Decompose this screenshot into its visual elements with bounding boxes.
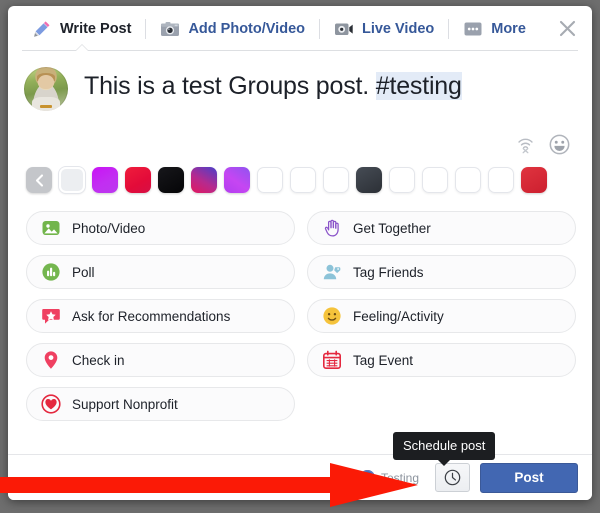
composer-tool-row [8, 111, 592, 155]
close-dialog-button[interactable] [554, 15, 580, 41]
tag-friends-icon [323, 264, 341, 280]
location-pin-icon [44, 351, 58, 369]
dialog-footer: Testing Post [8, 454, 592, 500]
option-label: Photo/Video [72, 220, 146, 236]
swatch-blank-4[interactable] [389, 167, 415, 193]
tab-live-video[interactable]: Live Video [324, 7, 444, 51]
tab-divider [318, 18, 320, 39]
avatar [24, 67, 68, 111]
close-icon [559, 20, 575, 36]
recommend-icon [42, 309, 60, 324]
schedule-post-tooltip: Schedule post [393, 432, 496, 466]
option-ask-for-recommendations[interactable]: Ask for Recommendations [26, 299, 295, 333]
tab-add-photo-video[interactable]: Add Photo/Video [150, 7, 315, 51]
post-text-body: This is a test Groups post. [84, 72, 376, 100]
clock-icon [444, 469, 461, 486]
swatch-magenta[interactable] [92, 167, 118, 193]
pencil-icon [34, 20, 50, 37]
option-label: Tag Friends [353, 264, 424, 280]
swatch-purple[interactable] [224, 167, 250, 193]
swatch-dark-slate[interactable] [356, 167, 382, 193]
swatch-black[interactable] [158, 167, 184, 193]
poll-icon [42, 263, 60, 281]
swatch-white[interactable] [59, 167, 85, 193]
smiley-icon [323, 307, 341, 325]
swatch-blank-3[interactable] [323, 167, 349, 193]
option-label: Poll [72, 264, 95, 280]
tab-divider [145, 18, 147, 39]
option-support-nonprofit[interactable]: Support Nonprofit [26, 387, 295, 421]
avatar-body [31, 96, 61, 111]
swatch-blank-5[interactable] [422, 167, 448, 193]
globe-icon [360, 470, 375, 485]
option-label: Get Together [353, 220, 431, 236]
avatar-face [38, 74, 54, 89]
option-label: Feeling/Activity [353, 308, 444, 324]
option-label: Support Nonprofit [72, 396, 178, 412]
option-get-together[interactable]: Get Together [307, 211, 576, 245]
avatar-shirt-logo [40, 105, 52, 109]
tab-label: Add Photo/Video [188, 20, 305, 37]
swatch-pink-blue[interactable] [191, 167, 217, 193]
option-label: Tag Event [353, 352, 414, 368]
post-button[interactable]: Post [480, 462, 578, 493]
option-label: Check in [72, 352, 125, 368]
wave-hand-icon [324, 219, 339, 237]
swatch-blank-6[interactable] [455, 167, 481, 193]
dialog-tabbar: Write Post Add Photo/Video Live Video Mo… [8, 6, 592, 51]
post-options-grid: Photo/Video Get Together Poll Tag Friend… [8, 193, 592, 421]
tab-label: Write Post [60, 20, 132, 37]
option-photo-video[interactable]: Photo/Video [26, 211, 295, 245]
tab-divider [448, 18, 450, 39]
option-poll[interactable]: Poll [26, 255, 295, 289]
camera-icon [161, 21, 180, 36]
post-text-input[interactable]: This is a test Groups post. #testing [68, 65, 462, 111]
heart-icon [41, 394, 61, 414]
schedule-post-button[interactable] [435, 463, 470, 492]
swatch-crimson[interactable] [521, 167, 547, 193]
tab-label: Live Video [361, 20, 435, 37]
option-feeling-activity[interactable]: Feeling/Activity [307, 299, 576, 333]
composer-area: This is a test Groups post. #testing [8, 51, 592, 111]
swatch-blank-1[interactable] [257, 167, 283, 193]
swatch-blank-2[interactable] [290, 167, 316, 193]
video-camera-icon [334, 23, 353, 35]
calendar-icon [322, 350, 341, 370]
audience-selector[interactable]: Testing [360, 470, 419, 485]
emoji-icon[interactable] [549, 134, 570, 155]
swatch-blank-7[interactable] [488, 167, 514, 193]
gif-off-icon[interactable] [516, 135, 535, 154]
photo-icon [42, 221, 60, 235]
tab-label: More [491, 20, 526, 37]
audience-label: Testing [381, 470, 420, 485]
tab-more[interactable]: More [453, 7, 536, 51]
ellipsis-icon [464, 22, 482, 35]
chevron-left-icon [35, 173, 43, 187]
background-color-palette [8, 155, 592, 193]
tab-write-post[interactable]: Write Post [22, 7, 141, 51]
palette-prev-button[interactable] [26, 167, 52, 193]
option-tag-event[interactable]: Tag Event [307, 343, 576, 377]
swatch-red[interactable] [125, 167, 151, 193]
post-hashtag: #testing [375, 72, 462, 100]
option-label: Ask for Recommendations [72, 308, 231, 324]
create-post-dialog: Write Post Add Photo/Video Live Video Mo… [8, 6, 592, 500]
option-check-in[interactable]: Check in [26, 343, 295, 377]
option-tag-friends[interactable]: Tag Friends [307, 255, 576, 289]
